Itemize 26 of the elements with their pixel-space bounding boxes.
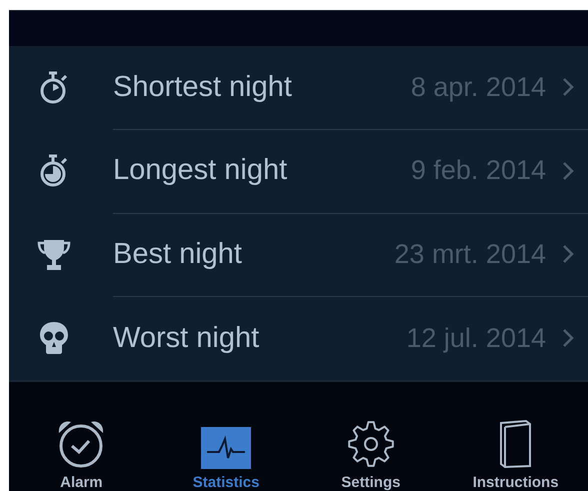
row-date: 9 feb. 2014 bbox=[410, 155, 546, 186]
settings-icon bbox=[346, 419, 396, 469]
chevron-icon bbox=[562, 328, 574, 348]
row-label: Best night bbox=[113, 238, 243, 271]
chevron-icon bbox=[562, 160, 574, 181]
statistics-row[interactable]: Shortest night 8 apr. 2014 bbox=[9, 46, 588, 130]
stopwatch-icon bbox=[39, 70, 69, 106]
statistics-row[interactable]: Best night 23 mrt. 2014 bbox=[9, 213, 588, 296]
tab[interactable]: Settings bbox=[298, 419, 444, 491]
row-date: 12 jul. 2014 bbox=[406, 322, 546, 354]
row-label: Shortest night bbox=[113, 70, 293, 104]
skull-icon bbox=[39, 321, 69, 356]
tab[interactable]: Instructions bbox=[443, 419, 588, 491]
row-date: 8 apr. 2014 bbox=[410, 72, 546, 103]
pulse-icon bbox=[201, 427, 252, 469]
statistics-row[interactable]: Worst night 12 jul. 2014 bbox=[9, 296, 588, 380]
statistics-row[interactable]: Longest night 9 feb. 2014 bbox=[9, 130, 588, 213]
tab[interactable]: Statistics bbox=[154, 427, 298, 491]
chevron-icon bbox=[562, 244, 574, 264]
row-date: 23 mrt. 2014 bbox=[394, 238, 546, 270]
trophy-icon bbox=[37, 238, 71, 272]
tab[interactable]: Alarm bbox=[9, 419, 154, 491]
row-label: Longest night bbox=[113, 154, 288, 188]
chevron-icon bbox=[562, 77, 574, 98]
row-label: Worst night bbox=[113, 322, 260, 355]
stopwatch-icon bbox=[39, 153, 69, 190]
